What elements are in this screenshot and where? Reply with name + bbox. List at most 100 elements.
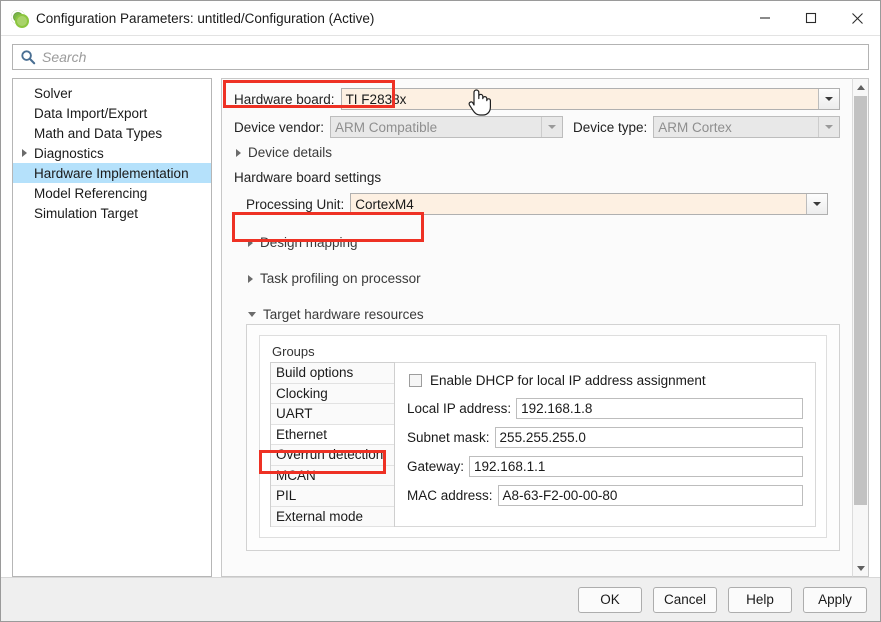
hardware-board-row: Hardware board: TI F2838x	[234, 88, 840, 110]
maximize-icon[interactable]	[788, 1, 834, 35]
tree-item-simulation-target[interactable]: Simulation Target	[13, 203, 211, 223]
chevron-right-icon[interactable]	[248, 238, 253, 247]
group-item-label: MCAN	[276, 467, 316, 483]
tree-item-hardware-implementation[interactable]: Hardware Implementation	[13, 163, 211, 183]
hardware-board-settings-title: Hardware board settings	[234, 170, 382, 185]
chevron-down-icon[interactable]	[806, 194, 827, 214]
device-row: Device vendor: ARM Compatible Device typ…	[234, 116, 840, 138]
processing-unit-row: Processing Unit: CortexM4	[246, 193, 828, 215]
dialog-button-bar: OK Cancel Help Apply	[1, 577, 880, 621]
tree-item-label: Simulation Target	[34, 205, 139, 221]
group-item-clocking[interactable]: Clocking	[271, 383, 394, 404]
tree-item-diagnostics[interactable]: Diagnostics	[13, 143, 211, 163]
chevron-down-icon[interactable]	[248, 312, 256, 317]
target-hardware-resources-box: Groups Build options Clocking UART Ether…	[246, 324, 840, 551]
tree-item-label: Hardware Implementation	[34, 165, 189, 181]
chevron-right-icon[interactable]	[22, 149, 34, 157]
device-vendor-value: ARM Compatible	[335, 119, 438, 135]
mac-address-input[interactable]: A8-63-F2-00-00-80	[497, 485, 803, 506]
local-ip-input[interactable]: 192.168.1.8	[516, 398, 803, 419]
device-details-label: Device details	[248, 145, 333, 160]
hardware-implementation-panel: Hardware board: TI F2838x Device vendor:…	[221, 78, 852, 577]
scroll-up-button[interactable]	[853, 79, 868, 95]
dialog-content: Solver Data Import/Export Math and Data …	[1, 78, 880, 577]
settings-tree[interactable]: Solver Data Import/Export Math and Data …	[12, 78, 212, 577]
tree-item-data-import-export[interactable]: Data Import/Export	[13, 103, 211, 123]
device-type-combobox: ARM Cortex	[653, 116, 840, 138]
chevron-right-icon[interactable]	[236, 148, 241, 157]
group-item-overrun-detection[interactable]: Overrun detection	[271, 445, 394, 466]
subnet-mask-label: Subnet mask:	[407, 430, 490, 445]
subnet-mask-row: Subnet mask: 255.255.255.0	[407, 427, 803, 448]
scrollbar-thumb[interactable]	[854, 96, 867, 505]
design-mapping-section[interactable]: Design mapping	[248, 235, 840, 250]
group-item-pil[interactable]: PIL	[271, 486, 394, 507]
groups-container: Groups Build options Clocking UART Ether…	[259, 335, 827, 538]
scroll-down-button[interactable]	[853, 560, 868, 576]
target-hardware-resources-label: Target hardware resources	[263, 307, 424, 322]
close-icon[interactable]	[834, 1, 880, 35]
task-profiling-section[interactable]: Task profiling on processor	[248, 271, 840, 286]
groups-list[interactable]: Build options Clocking UART Ethernet Ove…	[270, 362, 395, 527]
device-type-label: Device type:	[572, 119, 648, 135]
dhcp-row: Enable DHCP for local IP address assignm…	[407, 373, 803, 388]
device-vendor-label: Device vendor:	[234, 119, 325, 135]
search-placeholder: Search	[42, 49, 87, 65]
tree-item-label: Data Import/Export	[34, 105, 148, 121]
hardware-board-value: TI F2838x	[345, 91, 407, 107]
group-item-build-options[interactable]: Build options	[271, 363, 394, 384]
device-vendor-combobox: ARM Compatible	[330, 116, 563, 138]
tree-item-math-and-data-types[interactable]: Math and Data Types	[13, 123, 211, 143]
dhcp-checkbox[interactable]	[409, 374, 422, 387]
local-ip-label: Local IP address:	[407, 401, 512, 416]
subnet-mask-input[interactable]: 255.255.255.0	[494, 427, 803, 448]
gateway-label: Gateway:	[407, 459, 465, 474]
ok-button[interactable]: OK	[578, 586, 642, 613]
vertical-scrollbar[interactable]	[852, 78, 869, 577]
tree-item-solver[interactable]: Solver	[13, 83, 211, 103]
apply-button[interactable]: Apply	[803, 586, 867, 613]
group-item-label: Clocking	[276, 385, 328, 401]
group-item-label: PIL	[276, 488, 297, 504]
group-item-label: Overrun detection	[276, 447, 384, 463]
chevron-right-icon[interactable]	[248, 274, 253, 283]
group-item-mcan[interactable]: MCAN	[271, 465, 394, 486]
hardware-board-label: Hardware board:	[234, 91, 335, 107]
chevron-down-icon	[540, 117, 562, 137]
processing-unit-label: Processing Unit:	[246, 196, 345, 212]
groups-label: Groups	[272, 344, 315, 359]
mac-address-row: MAC address: A8-63-F2-00-00-80	[407, 485, 803, 506]
dhcp-label: Enable DHCP for local IP address assignm…	[430, 373, 706, 388]
chevron-down-icon[interactable]	[818, 89, 839, 109]
settings-panel-wrapper: Hardware board: TI F2838x Device vendor:…	[221, 78, 869, 577]
gateway-row: Gateway: 192.168.1.1	[407, 456, 803, 477]
tree-item-label: Solver	[34, 85, 73, 101]
gateway-input[interactable]: 192.168.1.1	[469, 456, 803, 477]
tree-item-label: Model Referencing	[34, 185, 148, 201]
minimize-icon[interactable]	[742, 1, 788, 35]
window-title: Configuration Parameters: untitled/Confi…	[36, 10, 375, 26]
chevron-down-icon	[818, 117, 839, 137]
search-bar-area: Search	[1, 36, 880, 78]
help-button[interactable]: Help	[728, 586, 792, 613]
task-profiling-label: Task profiling on processor	[260, 271, 421, 286]
group-item-label: UART	[276, 406, 313, 422]
processing-unit-value: CortexM4	[355, 196, 414, 212]
target-hardware-resources-section[interactable]: Target hardware resources	[248, 307, 840, 322]
processing-unit-combobox[interactable]: CortexM4	[350, 193, 828, 215]
group-item-external-mode[interactable]: External mode	[271, 506, 394, 527]
tree-item-model-referencing[interactable]: Model Referencing	[13, 183, 211, 203]
device-details-section[interactable]: Device details	[236, 145, 840, 160]
hardware-board-combobox[interactable]: TI F2838x	[340, 88, 840, 110]
search-icon	[20, 49, 36, 65]
group-item-ethernet[interactable]: Ethernet	[271, 424, 394, 445]
search-input[interactable]: Search	[12, 44, 869, 70]
title-bar: Configuration Parameters: untitled/Confi…	[1, 1, 880, 35]
group-item-label: External mode	[276, 508, 364, 524]
group-item-label: Build options	[276, 365, 354, 381]
group-item-uart[interactable]: UART	[271, 404, 394, 425]
cancel-button[interactable]: Cancel	[653, 586, 717, 613]
group-item-label: Ethernet	[276, 426, 328, 442]
device-type-value: ARM Cortex	[658, 119, 732, 135]
configuration-parameters-window: Configuration Parameters: untitled/Confi…	[0, 0, 881, 622]
